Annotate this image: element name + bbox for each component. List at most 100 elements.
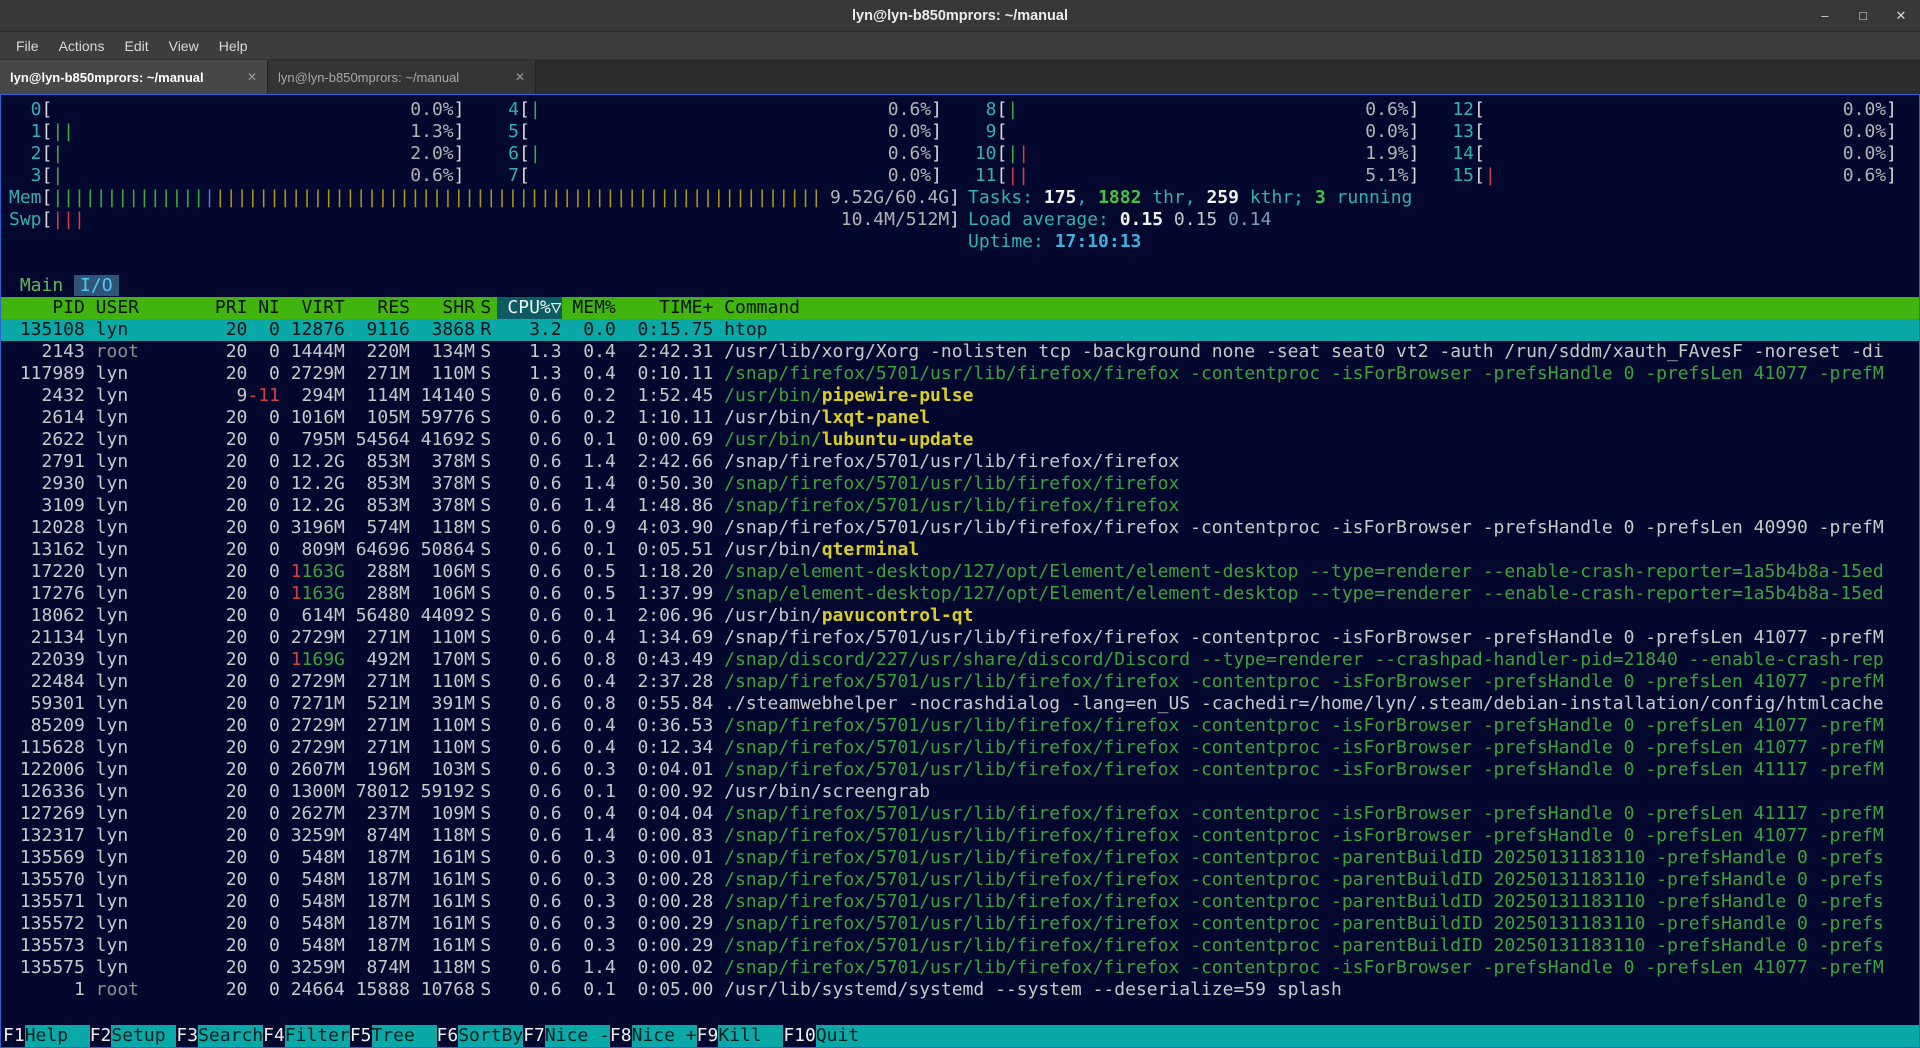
column-header-time[interactable]: TIME+ — [616, 297, 714, 319]
process-row[interactable]: 3109lyn20012.2G853M378MS0.61.41:48.86/sn… — [1, 495, 1919, 517]
menu-item-view[interactable]: View — [159, 35, 209, 57]
cell-virt: 1016M — [280, 407, 345, 429]
column-header-cmd[interactable]: Command — [724, 297, 1919, 319]
process-row[interactable]: 135570lyn200548M187M161MS0.60.30:00.28/s… — [1, 869, 1919, 891]
cell-cpu: 3.2 — [497, 319, 562, 341]
htop-tab-main[interactable]: Main — [20, 275, 63, 296]
process-row[interactable]: 85209lyn2002729M271M110MS0.60.40:36.53/s… — [1, 715, 1919, 737]
column-header-s[interactable]: S — [475, 297, 497, 319]
cell-virt: 2607M — [280, 759, 345, 781]
process-row[interactable]: 127269lyn2002627M237M109MS0.60.40:04.04/… — [1, 803, 1919, 825]
process-row[interactable]: 12028lyn2003196M574M118MS0.60.94:03.90/s… — [1, 517, 1919, 539]
process-row[interactable]: 135575lyn2003259M874M118MS0.61.40:00.02/… — [1, 957, 1919, 979]
process-row[interactable]: 115628lyn2002729M271M110MS0.60.40:12.34/… — [1, 737, 1919, 759]
cell-user: lyn — [96, 781, 204, 803]
cell-virt: 2729M — [280, 671, 345, 693]
cell-cpu: 0.6 — [497, 715, 562, 737]
column-header-shr[interactable]: SHR — [410, 297, 475, 319]
fkey-f5[interactable]: F5Tree — [350, 1025, 437, 1047]
tab-close-icon[interactable]: ✕ — [247, 70, 257, 84]
maximize-button[interactable]: □ — [1854, 8, 1872, 23]
cell-shr: 44092 — [410, 605, 475, 627]
process-row[interactable]: 2622lyn200795M5456441692S0.60.10:00.69/u… — [1, 429, 1919, 451]
column-header-ni[interactable]: NI — [247, 297, 280, 319]
process-row[interactable]: 135569lyn200548M187M161MS0.60.30:00.01/s… — [1, 847, 1919, 869]
tabbar: lyn@lyn-b850mprors: ~/manual✕lyn@lyn-b85… — [0, 60, 1920, 94]
fkey-f3[interactable]: F3Search — [176, 1025, 263, 1047]
fkey-f10[interactable]: F10Quit — [783, 1025, 881, 1047]
cell-mem: 0.3 — [562, 913, 616, 935]
process-row[interactable]: 117989lyn2002729M271M110MS1.30.40:10.11/… — [1, 363, 1919, 385]
cell-time: 0:00.29 — [616, 935, 714, 957]
terminal-viewport[interactable]: 0[0.0%]4[|0.6%]8[|0.6%]12[0.0%]1[||1.3%]… — [0, 94, 1920, 1048]
fkey-f9[interactable]: F9Kill — [697, 1025, 784, 1047]
cell-ni: 0 — [247, 649, 280, 671]
process-row[interactable]: 122006lyn2002607M196M103MS0.60.30:04.01/… — [1, 759, 1919, 781]
fkey-f1[interactable]: F1Help — [3, 1025, 90, 1047]
process-row[interactable]: 2432lyn9-11294M114M14140S0.60.21:52.45/u… — [1, 385, 1919, 407]
cell-pid: 3109 — [9, 495, 85, 517]
process-row[interactable]: 2143root2001444M220M134MS1.30.42:42.31/u… — [1, 341, 1919, 363]
cell-virt: 2729M — [280, 715, 345, 737]
fkey-f2[interactable]: F2Setup — [90, 1025, 177, 1047]
process-row[interactable]: 1root200246641588810768S0.60.10:05.00/us… — [1, 979, 1919, 1001]
column-header-pid[interactable]: PID — [9, 297, 85, 319]
process-row[interactable]: 2791lyn20012.2G853M378MS0.61.42:42.66/sn… — [1, 451, 1919, 473]
process-row[interactable]: 135571lyn200548M187M161MS0.60.30:00.28/s… — [1, 891, 1919, 913]
cell-time: 1:37.99 — [616, 583, 714, 605]
process-row[interactable]: 2614lyn2001016M105M59776S0.60.21:10.11/u… — [1, 407, 1919, 429]
process-row[interactable]: 17220lyn2001163G288M106MS0.60.51:18.20/s… — [1, 561, 1919, 583]
column-header-res[interactable]: RES — [345, 297, 410, 319]
cell-pri: 20 — [204, 715, 247, 737]
cell-cmd: ./steamwebhelper -nocrashdialog -lang=en… — [724, 693, 1919, 715]
process-row[interactable]: 135573lyn200548M187M161MS0.60.30:00.29/s… — [1, 935, 1919, 957]
fkey-f6[interactable]: F6SortBy — [437, 1025, 524, 1047]
tab-close-icon[interactable]: ✕ — [515, 70, 525, 84]
cell-s: S — [475, 913, 497, 935]
process-row[interactable]: 22484lyn2002729M271M110MS0.60.42:37.28/s… — [1, 671, 1919, 693]
cell-pri: 20 — [204, 363, 247, 385]
column-header-mem[interactable]: MEM% — [562, 297, 616, 319]
cpu-meters: 0[0.0%]4[|0.6%]8[|0.6%]12[0.0%]1[||1.3%]… — [1, 99, 1919, 187]
menu-item-file[interactable]: File — [6, 35, 49, 57]
menu-item-actions[interactable]: Actions — [49, 35, 115, 57]
fkey-f4[interactable]: F4Filter — [263, 1025, 350, 1047]
htop-tab-io[interactable]: I/O — [74, 275, 119, 296]
process-row[interactable]: 135572lyn200548M187M161MS0.60.30:00.29/s… — [1, 913, 1919, 935]
terminal-tab-2[interactable]: lyn@lyn-b850mprors: ~/manual✕ — [268, 60, 536, 94]
meter-label: 0 — [9, 99, 42, 121]
menu-item-help[interactable]: Help — [209, 35, 258, 57]
process-row[interactable]: 13162lyn200809M6469650864S0.60.10:05.51/… — [1, 539, 1919, 561]
process-row[interactable]: 17276lyn2001163G288M106MS0.60.51:37.99/s… — [1, 583, 1919, 605]
fkey-label: Kill — [718, 1025, 783, 1047]
meter-bracket-open: [ — [42, 165, 53, 187]
process-row[interactable]: 22039lyn2001169G492M170MS0.60.80:43.49/s… — [1, 649, 1919, 671]
process-row[interactable]: 2930lyn20012.2G853M378MS0.61.40:50.30/sn… — [1, 473, 1919, 495]
cell-time: 4:03.90 — [616, 517, 714, 539]
process-row[interactable]: 132317lyn2003259M874M118MS0.61.40:00.83/… — [1, 825, 1919, 847]
column-header-virt[interactable]: VIRT — [280, 297, 345, 319]
cell-time: 0:10.11 — [616, 363, 714, 385]
terminal-tab-1[interactable]: lyn@lyn-b850mprors: ~/manual✕ — [0, 60, 268, 94]
process-row[interactable]: 21134lyn2002729M271M110MS0.60.41:34.69/s… — [1, 627, 1919, 649]
cell-user: lyn — [96, 649, 204, 671]
column-header-user[interactable]: USER — [96, 297, 204, 319]
cell-ni: 0 — [247, 869, 280, 891]
cell-user: lyn — [96, 627, 204, 649]
column-header-cpu[interactable]: CPU%▽ — [497, 297, 562, 319]
minimize-button[interactable]: – — [1816, 8, 1834, 23]
process-row[interactable]: 59301lyn2007271M521M391MS0.60.80:55.84./… — [1, 693, 1919, 715]
cell-ni: 0 — [247, 495, 280, 517]
cell-time: 0:00.29 — [616, 913, 714, 935]
menu-item-edit[interactable]: Edit — [114, 35, 158, 57]
column-header-pri[interactable]: PRI — [204, 297, 247, 319]
close-button[interactable]: ✕ — [1892, 8, 1910, 24]
process-row[interactable]: 18062lyn200614M5648044092S0.60.12:06.96/… — [1, 605, 1919, 627]
process-row-selected[interactable]: 135108lyn2001287691163868R3.20.00:15.75h… — [1, 319, 1919, 341]
cell-pid: 13162 — [9, 539, 85, 561]
cell-ni: 0 — [247, 583, 280, 605]
process-row[interactable]: 126336lyn2001300M7801259192S0.60.10:00.9… — [1, 781, 1919, 803]
fkey-f8[interactable]: F8Nice + — [610, 1025, 697, 1047]
fkey-f7[interactable]: F7Nice - — [523, 1025, 610, 1047]
cell-mem: 0.3 — [562, 759, 616, 781]
